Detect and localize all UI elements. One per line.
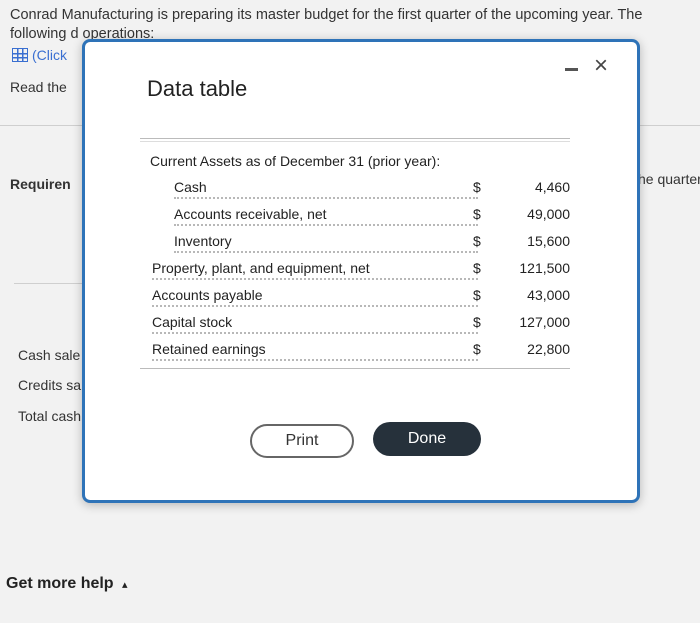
row-value: 43,000	[527, 287, 570, 303]
right-side-fragment: he quarter	[638, 171, 700, 187]
table-row: Accounts receivable, net $ 49,000	[140, 206, 570, 233]
minimize-icon[interactable]	[565, 57, 579, 77]
table-row: Retained earnings $ 22,800	[140, 341, 570, 368]
caret-up-icon: ▴	[122, 579, 128, 591]
requirements-heading: Requiren	[10, 176, 71, 192]
print-button[interactable]: Print	[250, 424, 354, 458]
table-top-rule	[140, 141, 570, 142]
row-label: Inventory	[174, 233, 235, 249]
dot-leader	[174, 183, 478, 199]
table-row: Property, plant, and equipment, net $ 12…	[140, 260, 570, 287]
row-label: Property, plant, and equipment, net	[152, 260, 373, 276]
row-value: 4,460	[534, 179, 570, 195]
credit-sales-label: Credits sa	[18, 377, 82, 393]
row-value: 121,500	[519, 260, 570, 276]
row-currency: $	[473, 341, 481, 357]
modal-title: Data table	[147, 76, 248, 101]
read-the-text: Read the	[10, 79, 67, 95]
done-button[interactable]: Done	[373, 422, 481, 456]
divider-left-mid	[14, 283, 82, 284]
close-icon[interactable]: ×	[594, 54, 608, 78]
get-more-help-label: Get more help	[6, 575, 114, 592]
row-label: Accounts payable	[152, 287, 266, 303]
row-currency: $	[473, 287, 481, 303]
divider-left-top	[0, 125, 82, 126]
table-row: Capital stock $ 127,000	[140, 314, 570, 341]
data-table-link-label: (Click	[32, 47, 67, 63]
table-row: Inventory $ 15,600	[140, 233, 570, 260]
data-table-link[interactable]: (Click	[12, 47, 67, 63]
table-grid-icon	[12, 48, 28, 62]
data-table-modal: Data table × Current Assets as of Decemb…	[82, 39, 640, 503]
cash-sales-label: Cash sale	[18, 347, 81, 363]
row-value: 15,600	[527, 233, 570, 249]
table-row: Cash $ 4,460	[140, 179, 570, 206]
row-currency: $	[473, 314, 481, 330]
row-currency: $	[473, 260, 481, 276]
divider-right-top	[636, 125, 700, 126]
total-cash-label: Total cash	[18, 408, 82, 424]
row-currency: $	[473, 233, 481, 249]
table-row: Accounts payable $ 43,000	[140, 287, 570, 314]
row-label: Accounts receivable, net	[174, 206, 330, 222]
row-currency: $	[473, 206, 481, 222]
row-value: 127,000	[519, 314, 570, 330]
row-value: 22,800	[527, 341, 570, 357]
row-label: Cash	[174, 179, 210, 195]
get-more-help-button[interactable]: Get more help ▴	[6, 575, 128, 593]
table-heading: Current Assets as of December 31 (prior …	[150, 153, 441, 169]
balance-table: Current Assets as of December 31 (prior …	[140, 138, 570, 369]
row-value: 49,000	[527, 206, 570, 222]
row-label: Capital stock	[152, 314, 236, 330]
row-currency: $	[473, 179, 481, 195]
row-label: Retained earnings	[152, 341, 269, 357]
